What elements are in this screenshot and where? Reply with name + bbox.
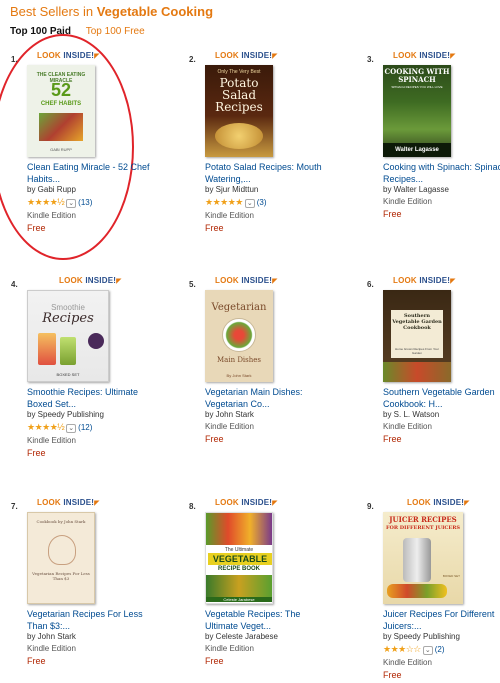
book-price: Free (205, 223, 224, 233)
rating-stars[interactable]: ★★★☆☆ ⌄ (2) (383, 644, 445, 655)
book-cover[interactable]: The Ultimate VEGETABLE RECIPE BOOK Celes… (205, 512, 273, 604)
book-title-link[interactable]: Smoothie Recipes: Ultimate Boxed Set... (27, 386, 152, 410)
review-count-link: (13) (78, 198, 93, 207)
book-cover[interactable]: Southern Vegetable Garden Cookbook Home … (383, 290, 451, 382)
rank-number: 3. (367, 55, 374, 64)
book-format: Kindle Edition (383, 422, 432, 431)
book-price: Free (205, 434, 224, 444)
book-price: Free (383, 670, 402, 680)
book-format: Kindle Edition (383, 658, 432, 667)
book-author: by Walter Lagasse (383, 185, 449, 194)
book-author: by Gabi Rupp (27, 185, 76, 194)
book-author: by Sjur Midttun (205, 185, 259, 194)
rating-stars[interactable]: ★★★★½ ⌄ (13) (27, 197, 92, 208)
book-title-link[interactable]: Juicer Recipes For Different Juicers:... (383, 608, 500, 632)
page-title-prefix: Best Sellers in (10, 4, 94, 19)
book-author: by Speedy Publishing (27, 410, 104, 419)
book-title-link[interactable]: Southern Vegetable Garden Cookbook: H... (383, 386, 500, 410)
look-inside-badge[interactable]: LOOK INSIDE!◤ (393, 51, 456, 60)
book-price: Free (27, 656, 46, 666)
rank-number: 7. (11, 502, 18, 511)
look-inside-badge[interactable]: LOOK INSIDE!◤ (37, 498, 100, 507)
book-format: Kindle Edition (205, 211, 254, 220)
book-format: Kindle Edition (27, 644, 76, 653)
rank-number: 5. (189, 280, 196, 289)
rank-number: 1. (11, 55, 18, 64)
book-price: Free (205, 656, 224, 666)
book-title-link[interactable]: Cooking with Spinach: Spinach Recipes... (383, 161, 500, 185)
book-cover[interactable]: Vegetarian Main Dishes By John Stark (205, 290, 273, 382)
book-author: by John Stark (205, 410, 254, 419)
review-count-link: (3) (256, 198, 267, 207)
book-cover[interactable]: Cookbook by John Stark Vegetarian Recipe… (27, 512, 95, 604)
book-format: Kindle Edition (205, 644, 254, 653)
book-format: Kindle Edition (383, 197, 432, 206)
chevron-down-icon: ⌄ (244, 199, 255, 208)
book-cover[interactable]: Only The Very Best Potato Salad Recipes (205, 65, 273, 157)
book-price: Free (383, 209, 402, 219)
chevron-down-icon: ⌄ (66, 199, 77, 208)
book-cover[interactable]: JUICER RECIPES FOR DIFFERENT JUICERS BOX… (383, 512, 463, 604)
chevron-down-icon: ⌄ (66, 424, 77, 433)
rank-number: 4. (11, 280, 18, 289)
look-inside-badge[interactable]: LOOK INSIDE!◤ (215, 51, 278, 60)
book-author: by John Stark (27, 632, 76, 641)
chevron-down-icon: ⌄ (422, 646, 433, 655)
book-title-link[interactable]: Vegetable Recipes: The Ultimate Veget... (205, 608, 330, 632)
book-author: by Celeste Jarabese (205, 632, 278, 641)
review-count-link: (2) (434, 645, 445, 654)
rating-stars[interactable]: ★★★★½ ⌄ (12) (27, 422, 92, 433)
book-title-link[interactable]: Vegetarian Main Dishes: Vegetarian Co... (205, 386, 330, 410)
look-inside-badge[interactable]: LOOK INSIDE!◤ (37, 51, 100, 60)
look-inside-badge[interactable]: LOOK INSIDE!◤ (59, 276, 122, 285)
rank-number: 9. (367, 502, 374, 511)
book-title-link[interactable]: Clean Eating Miracle - 52 Chef Habits... (27, 161, 152, 185)
rank-number: 6. (367, 280, 374, 289)
book-price: Free (27, 448, 46, 458)
book-format: Kindle Edition (27, 436, 76, 445)
review-count-link: (12) (78, 423, 93, 432)
look-inside-badge[interactable]: LOOK INSIDE!◤ (215, 498, 278, 507)
book-cover[interactable]: Smoothie Recipes BOXED SET (27, 290, 109, 382)
book-author: by Speedy Publishing (383, 632, 460, 641)
look-inside-badge[interactable]: LOOK INSIDE!◤ (407, 498, 470, 507)
book-price: Free (383, 434, 402, 444)
rank-number: 2. (189, 55, 196, 64)
book-format: Kindle Edition (27, 211, 76, 220)
book-title-link[interactable]: Potato Salad Recipes: Mouth Watering,... (205, 161, 330, 185)
book-author: by S. L. Watson (383, 410, 440, 419)
book-format: Kindle Edition (205, 422, 254, 431)
book-title-link[interactable]: Vegetarian Recipes For Less Than $3:... (27, 608, 152, 632)
book-cover[interactable]: THE CLEAN EATING MIRACLE 52 CHEF HABITS … (27, 65, 95, 157)
look-inside-badge[interactable]: LOOK INSIDE!◤ (215, 276, 278, 285)
look-inside-badge[interactable]: LOOK INSIDE!◤ (393, 276, 456, 285)
rank-number: 8. (189, 502, 196, 511)
book-price: Free (27, 223, 46, 233)
list-tabs: Top 100 Paid Top 100 Free (10, 26, 157, 37)
page-title: Best Sellers in Vegetable Cooking (10, 4, 213, 19)
book-cover[interactable]: COOKING WITH SPINACH SPINACH RECIPES YOU… (383, 65, 451, 157)
tab-top-100-free[interactable]: Top 100 Free (86, 26, 145, 37)
rating-stars[interactable]: ★★★★★ ⌄ (3) (205, 197, 267, 208)
tab-top-100-paid[interactable]: Top 100 Paid (10, 26, 71, 37)
category-name: Vegetable Cooking (96, 4, 214, 19)
